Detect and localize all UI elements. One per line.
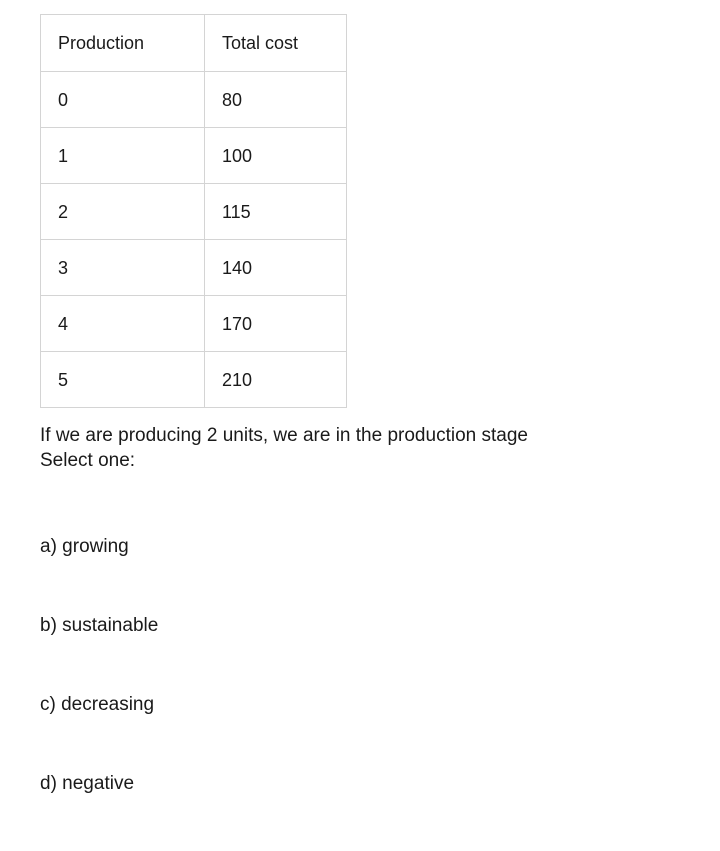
cell-production: 1: [40, 127, 205, 184]
answer-options-list: a) growing b) sustainable c) decreasing …: [40, 535, 680, 851]
table-body: 0 80 1 100 2 115 3 140 4 170 5 210: [40, 71, 347, 408]
table-header: Production Total cost: [40, 14, 347, 72]
option-c[interactable]: c) decreasing: [40, 693, 680, 772]
column-header-total-cost: Total cost: [204, 14, 347, 72]
question-block: If we are producing 2 units, we are in t…: [40, 423, 690, 473]
option-b-label: b) sustainable: [40, 615, 159, 636]
cell-production: 4: [40, 295, 205, 352]
option-b[interactable]: b) sustainable: [40, 614, 680, 693]
option-c-label: c) decreasing: [40, 694, 155, 715]
table-row: 4 170: [40, 295, 347, 352]
cell-production: 3: [40, 239, 205, 296]
table-row: 0 80: [40, 71, 347, 128]
cost-table-container: Production Total cost 0 80 1 100 2 115 3…: [40, 14, 347, 408]
cell-total-cost: 80: [204, 71, 347, 128]
cell-production: 2: [40, 183, 205, 240]
column-header-production: Production: [40, 14, 205, 72]
cell-total-cost: 100: [204, 127, 347, 184]
select-one-instruction: Select one:: [40, 450, 136, 471]
table-row: 3 140: [40, 239, 347, 296]
option-a[interactable]: a) growing: [40, 535, 680, 614]
option-d-label: d) negative: [40, 773, 135, 794]
cell-total-cost: 170: [204, 295, 347, 352]
table-row: 1 100: [40, 127, 347, 184]
cell-total-cost: 210: [204, 351, 347, 408]
table-row: 2 115: [40, 183, 347, 240]
question-stem: If we are producing 2 units, we are in t…: [40, 425, 528, 446]
table-header-row: Production Total cost: [40, 14, 347, 72]
cell-production: 0: [40, 71, 205, 128]
option-a-label: a) growing: [40, 536, 129, 557]
production-total-cost-table: Production Total cost 0 80 1 100 2 115 3…: [40, 14, 347, 408]
cell-total-cost: 140: [204, 239, 347, 296]
option-d[interactable]: d) negative: [40, 772, 680, 851]
table-row: 5 210: [40, 351, 347, 408]
cell-production: 5: [40, 351, 205, 408]
cell-total-cost: 115: [204, 183, 347, 240]
